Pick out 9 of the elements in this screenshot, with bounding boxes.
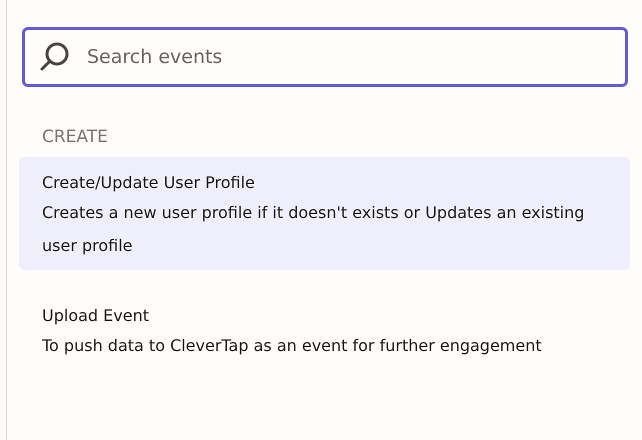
search-icon [39, 41, 71, 73]
search-field[interactable]: Search events [22, 27, 628, 87]
section-heading: CREATE [42, 127, 108, 147]
event-title: Upload Event [42, 305, 149, 327]
event-title: Create/Update User Profile [42, 172, 255, 194]
event-description: Creates a new user profile if it doesn't exists or Updates an existing user profile [42, 202, 586, 257]
event-item[interactable]: Upload Event To push data to CleverTap as an event for further engagement [19, 290, 630, 370]
event-description: To push data to CleverTap as an event for further engagement [42, 335, 543, 357]
event-item[interactable]: Create/Update User Profile Creates a new user profile if it doesn't exists or Updates an existing user profile [19, 157, 630, 270]
